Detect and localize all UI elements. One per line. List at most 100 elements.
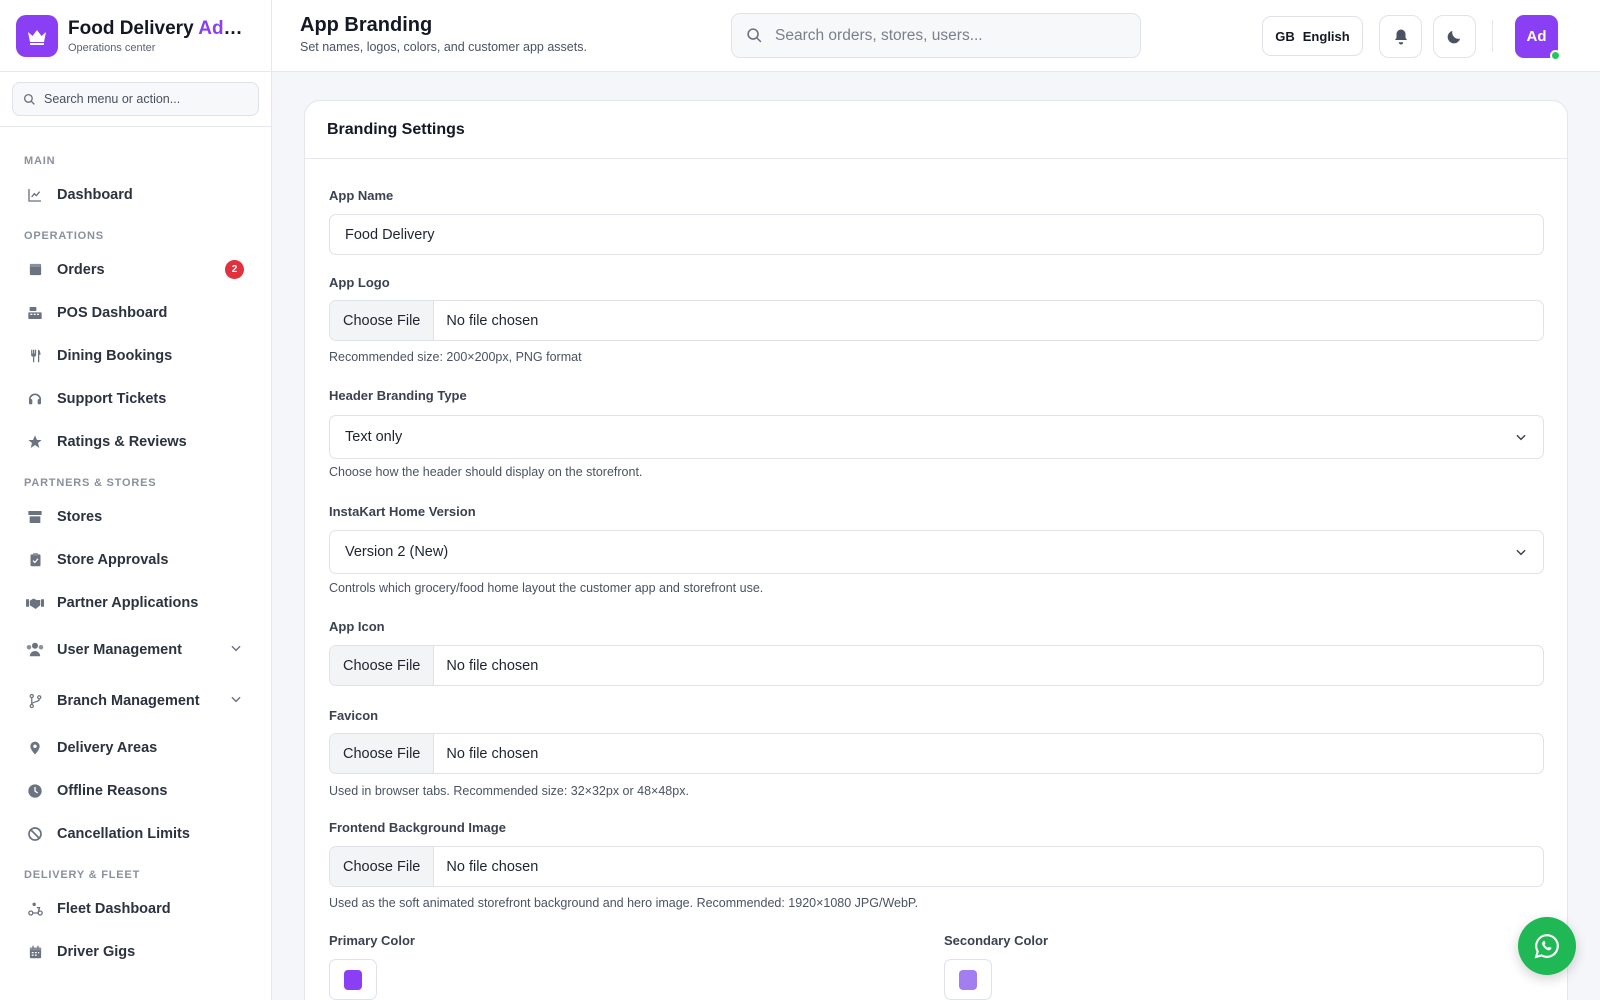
nav-section-fleet: DELIVERY & FLEET xyxy=(24,869,141,881)
clipboard-check-icon xyxy=(26,551,44,569)
sidebar-item-offline-reasons[interactable]: Offline Reasons xyxy=(0,769,271,812)
crown-icon xyxy=(16,14,58,57)
sidebar-item-partner-applications[interactable]: Partner Applications xyxy=(0,581,271,624)
sidebar: Food Delivery Admin Operations center MA… xyxy=(0,0,272,1000)
favicon-file-input[interactable]: Choose File No file chosen xyxy=(329,733,1544,774)
app-name-field[interactable] xyxy=(329,214,1544,255)
moon-icon xyxy=(1447,30,1461,44)
app-icon-file-input[interactable]: Choose File No file chosen xyxy=(329,645,1544,686)
choose-file-button[interactable]: Choose File xyxy=(330,301,435,340)
header-type-value: Text only xyxy=(345,429,403,445)
divider xyxy=(1492,20,1493,52)
bg-image-file-input[interactable]: Choose File No file chosen xyxy=(329,846,1544,887)
sidebar-search[interactable] xyxy=(12,82,259,116)
utensils-icon xyxy=(26,347,44,365)
notifications-button[interactable] xyxy=(1379,15,1422,58)
sidebar-item-label: Support Tickets xyxy=(57,390,167,407)
bell-icon xyxy=(1394,29,1407,44)
online-status-dot xyxy=(1550,50,1561,61)
chart-line-icon xyxy=(26,186,44,204)
branding-settings-card: Branding Settings App Name App Logo Choo… xyxy=(304,100,1568,1000)
brand-title: Food Delivery Admin xyxy=(68,17,246,39)
cash-register-icon xyxy=(26,304,44,322)
star-icon xyxy=(26,433,44,451)
avatar[interactable]: Ad xyxy=(1515,15,1561,61)
brand[interactable]: Food Delivery Admin Operations center xyxy=(0,0,271,72)
store-icon xyxy=(26,508,44,526)
chevron-down-icon[interactable] xyxy=(229,692,243,710)
sidebar-item-label: Store Approvals xyxy=(57,551,169,568)
app-logo-file-input[interactable]: Choose File No file chosen xyxy=(329,300,1544,341)
language-selector[interactable]: GB English xyxy=(1262,16,1363,56)
sidebar-item-dashboard[interactable]: Dashboard xyxy=(0,173,271,216)
sidebar-item-label: User Management xyxy=(57,641,182,658)
sidebar-item-pos[interactable]: POS Dashboard xyxy=(0,291,271,334)
sidebar-item-label: Offline Reasons xyxy=(57,782,168,799)
file-name-text: No file chosen xyxy=(446,657,539,674)
page-title: App Branding xyxy=(300,14,433,36)
sidebar-item-delivery-areas[interactable]: Delivery Areas xyxy=(0,726,271,769)
sidebar-item-label: Delivery Areas xyxy=(57,739,158,756)
sidebar-item-label: Stores xyxy=(57,508,103,525)
header-type-label: Header Branding Type xyxy=(329,388,467,403)
sidebar-item-cancellation-limits[interactable]: Cancellation Limits xyxy=(0,812,271,855)
primary-color-label: Primary Color xyxy=(329,933,415,948)
users-icon xyxy=(26,641,44,659)
map-pin-icon xyxy=(26,739,44,757)
file-name-text: No file chosen xyxy=(446,745,539,762)
sidebar-item-driver-gigs[interactable]: Driver Gigs xyxy=(0,930,271,973)
chevron-down-icon[interactable] xyxy=(229,641,243,659)
choose-file-button[interactable]: Choose File xyxy=(330,734,435,773)
primary-color-swatch xyxy=(344,969,362,990)
sidebar-item-branch-management[interactable]: Branch Management xyxy=(0,675,271,726)
primary-color-picker[interactable] xyxy=(329,959,377,1000)
sidebar-search-input[interactable] xyxy=(44,92,234,106)
sidebar-item-label: Dining Bookings xyxy=(57,347,173,364)
app-name-label: App Name xyxy=(329,188,394,203)
app-name-input[interactable] xyxy=(345,226,1528,243)
sidebar-item-orders[interactable]: Orders 2 xyxy=(0,248,271,291)
sidebar-item-label: Orders xyxy=(57,261,105,278)
card-title: Branding Settings xyxy=(305,101,1567,159)
handshake-icon xyxy=(26,594,44,612)
search-icon xyxy=(23,93,35,105)
choose-file-button[interactable]: Choose File xyxy=(330,646,435,685)
scooter-icon xyxy=(26,900,44,918)
global-search[interactable] xyxy=(731,13,1141,58)
home-version-select[interactable]: Version 2 (New) xyxy=(329,530,1544,574)
file-name-text: No file chosen xyxy=(446,858,539,875)
theme-toggle-button[interactable] xyxy=(1433,15,1476,58)
chevron-down-icon xyxy=(1516,434,1526,441)
sidebar-item-label: Dashboard xyxy=(57,186,133,203)
ban-icon xyxy=(26,825,44,843)
sidebar-item-label: POS Dashboard xyxy=(57,304,168,321)
header-type-select[interactable]: Text only xyxy=(329,415,1544,459)
avatar-initials: Ad xyxy=(1526,28,1547,45)
sidebar-item-store-approvals[interactable]: Store Approvals xyxy=(0,538,271,581)
sidebar-item-support[interactable]: Support Tickets xyxy=(0,377,271,420)
app-logo-label: App Logo xyxy=(329,275,390,290)
page-subtitle: Set names, logos, colors, and customer a… xyxy=(300,40,587,54)
sidebar-item-user-management[interactable]: User Management xyxy=(0,624,271,675)
sidebar-item-label: Fleet Dashboard xyxy=(57,900,171,917)
code-branch-icon xyxy=(26,692,44,710)
favicon-help: Used in browser tabs. Recommended size: … xyxy=(329,784,689,798)
global-search-input[interactable] xyxy=(775,26,1115,45)
whatsapp-icon xyxy=(1534,934,1559,959)
orders-count-badge: 2 xyxy=(225,260,244,279)
whatsapp-chat-button[interactable] xyxy=(1518,917,1576,975)
bg-image-label: Frontend Background Image xyxy=(329,820,506,835)
sidebar-nav: MAIN Dashboard OPERATIONS Orders 2 POS D… xyxy=(0,127,271,973)
sidebar-item-ratings[interactable]: Ratings & Reviews xyxy=(0,420,271,463)
secondary-color-picker[interactable] xyxy=(944,959,992,1000)
headset-icon xyxy=(26,390,44,408)
sidebar-item-dining[interactable]: Dining Bookings xyxy=(0,334,271,377)
app-logo-help: Recommended size: 200×200px, PNG format xyxy=(329,350,582,364)
chevron-down-icon xyxy=(1516,549,1526,556)
nav-section-main: MAIN xyxy=(24,155,56,167)
flag-gb-icon: GB xyxy=(1275,28,1295,44)
home-version-help: Controls which grocery/food home layout … xyxy=(329,581,764,595)
sidebar-item-stores[interactable]: Stores xyxy=(0,495,271,538)
sidebar-item-fleet-dashboard[interactable]: Fleet Dashboard xyxy=(0,887,271,930)
choose-file-button[interactable]: Choose File xyxy=(330,847,435,886)
